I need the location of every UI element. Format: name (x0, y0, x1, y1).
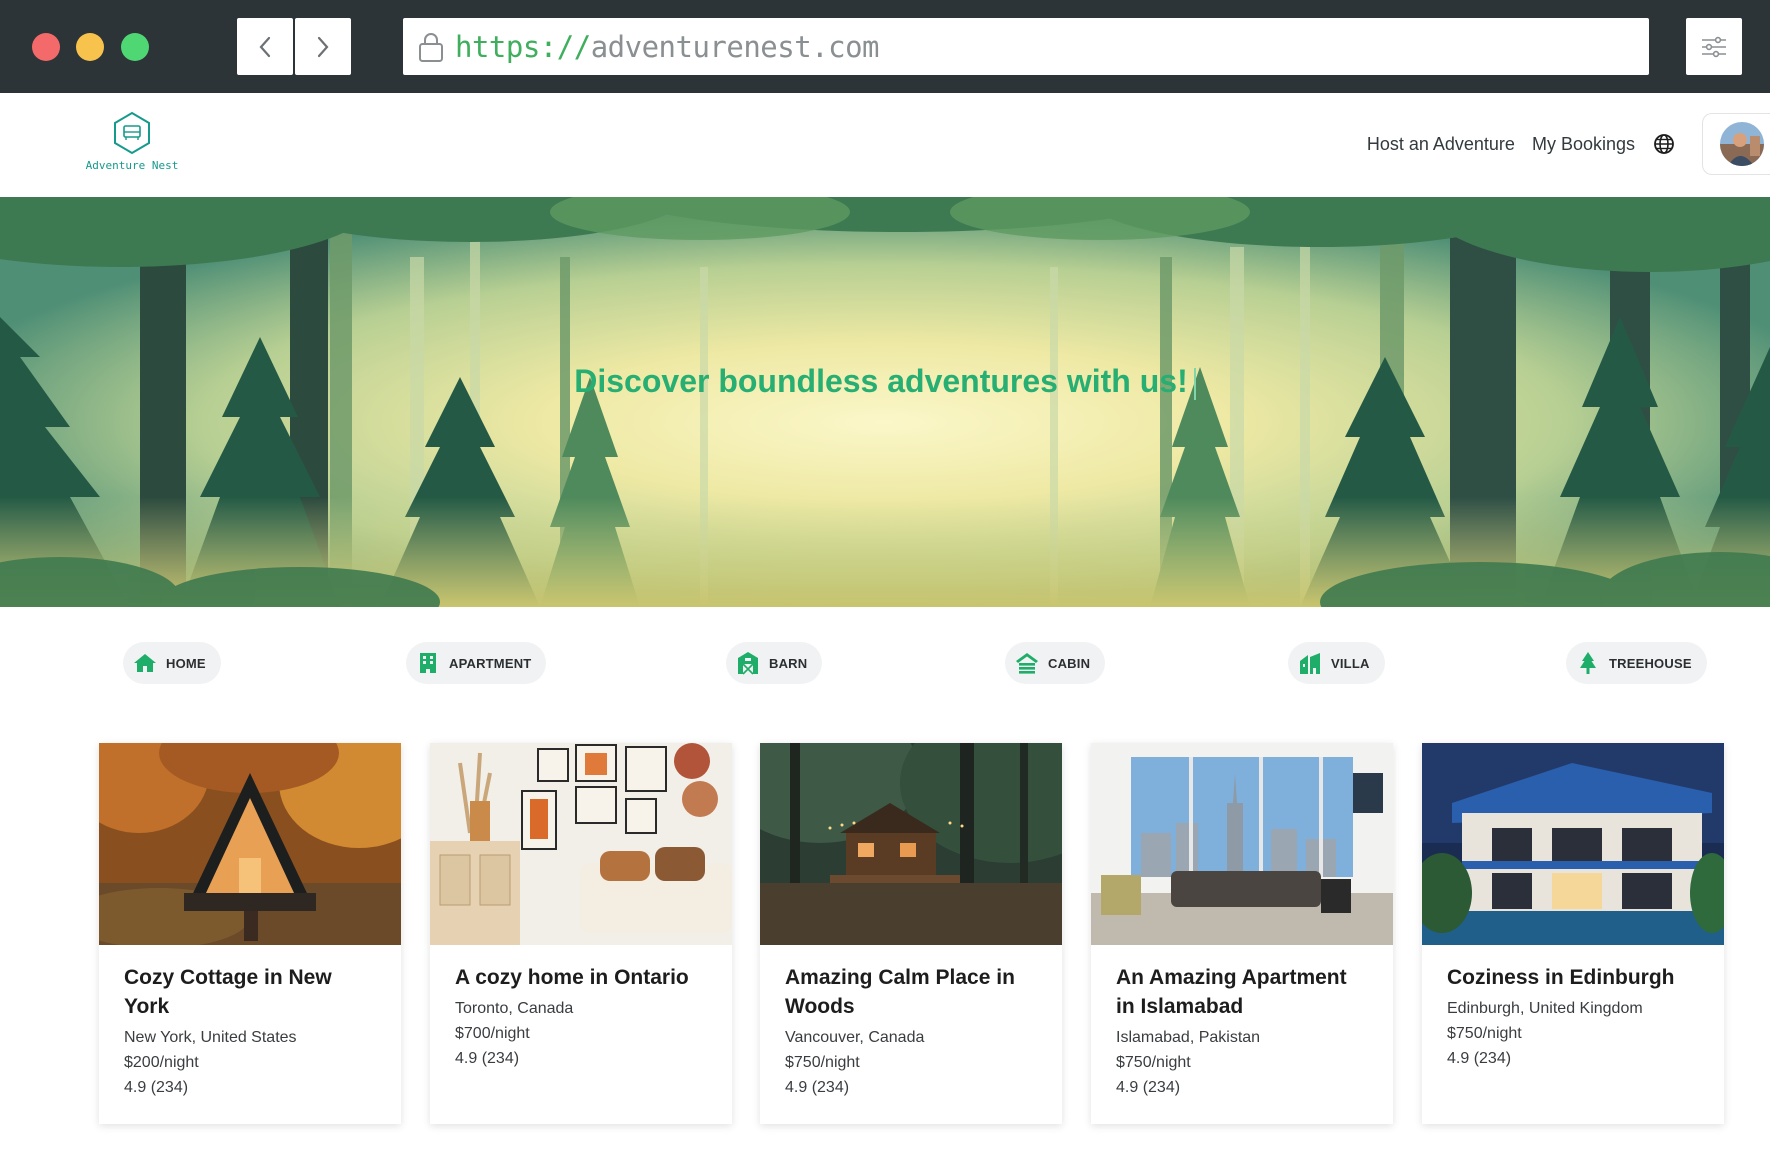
site-logo[interactable]: Adventure Nest (82, 111, 182, 172)
category-label: APARTMENT (449, 655, 532, 671)
category-cabin[interactable]: CABIN (1005, 642, 1106, 684)
listing-price: $750/night (785, 1054, 860, 1071)
villa-icon (1300, 653, 1320, 674)
category-label: TREEHOUSE (1609, 655, 1692, 671)
category-home[interactable]: HOME (123, 642, 221, 684)
category-treehouse[interactable]: TREEHOUSE (1566, 642, 1707, 684)
listing-photo (760, 743, 1062, 945)
sliders-icon (1702, 36, 1726, 57)
minimize-window-button[interactable] (76, 33, 104, 61)
maximize-window-button[interactable] (121, 33, 149, 61)
url-host: adventurenest.com (590, 29, 880, 64)
listing-location: Vancouver, Canada (785, 1029, 925, 1046)
address-bar[interactable]: https:// adventurenest.com (403, 18, 1649, 75)
host-adventure-link[interactable]: Host an Adventure (1367, 134, 1515, 155)
globe-icon[interactable] (1652, 132, 1676, 156)
top-navigation: Host an Adventure My Bookings (1367, 113, 1770, 175)
listing-card[interactable]: An Amazing Apartment in Islamabad Islama… (1091, 743, 1393, 1124)
listing-rating: 4.9 (234) (1447, 1050, 1512, 1067)
listing-title: An Amazing Apartment in Islamabad (1116, 966, 1347, 1018)
browser-chrome: https:// adventurenest.com (0, 0, 1770, 93)
listing-photo (430, 743, 732, 945)
listing-photo (1422, 743, 1724, 945)
category-barn[interactable]: BARN (726, 642, 823, 684)
category-label: HOME (166, 655, 206, 671)
listing-price: $200/night (124, 1054, 199, 1071)
back-button[interactable] (237, 18, 293, 75)
url-scheme: https:// (455, 29, 591, 64)
category-label: CABIN (1048, 655, 1091, 671)
listing-title: Amazing Calm Place in Woods (785, 966, 1015, 1018)
listing-title: A cozy home in Ontario (455, 966, 689, 989)
listing-title: Coziness in Edinburgh (1447, 966, 1675, 989)
listing-photo (99, 743, 401, 945)
tree-icon (1580, 652, 1596, 674)
category-villa[interactable]: VILLA (1288, 642, 1385, 684)
listing-location: Islamabad, Pakistan (1116, 1029, 1261, 1046)
listing-rating: 4.9 (234) (124, 1079, 189, 1096)
text-caret (1193, 367, 1196, 400)
logo-hexagon-icon (114, 111, 150, 155)
listing-price: $700/night (455, 1025, 530, 1042)
listing-card[interactable]: Cozy Cottage in New York New York, Unite… (99, 743, 401, 1124)
home-icon (134, 654, 156, 672)
my-bookings-link[interactable]: My Bookings (1532, 134, 1635, 155)
listing-photo (1091, 743, 1393, 945)
cabin-icon (1016, 653, 1038, 674)
avatar (1720, 122, 1764, 166)
listing-card[interactable]: Amazing Calm Place in Woods Vancouver, C… (760, 743, 1062, 1124)
barn-icon (738, 652, 758, 675)
listing-price: $750/night (1447, 1025, 1522, 1042)
category-label: BARN (769, 655, 808, 671)
listing-rating: 4.9 (234) (1116, 1079, 1181, 1096)
chevron-right-icon (317, 36, 329, 57)
hero-banner: Discover boundless adventures with us! (0, 197, 1770, 607)
category-label: VILLA (1331, 655, 1370, 671)
category-apartment[interactable]: APARTMENT (406, 642, 547, 684)
logo-text: Adventure Nest (85, 159, 179, 172)
building-icon (420, 653, 436, 673)
forest-illustration (0, 197, 1770, 607)
listing-card[interactable]: A cozy home in Ontario Toronto, Canada $… (430, 743, 732, 1124)
listing-title: Cozy Cottage in New York (124, 966, 332, 1018)
chevron-left-icon (259, 36, 271, 57)
website: Adventure Nest Host an Adventure My Book… (0, 93, 1770, 1152)
user-menu-button[interactable] (1702, 113, 1770, 175)
hero-title: Discover boundless adventures with us! (0, 363, 1770, 400)
forward-button[interactable] (295, 18, 351, 75)
close-window-button[interactable] (32, 33, 60, 61)
listing-location: New York, United States (124, 1029, 297, 1046)
listing-rating: 4.9 (234) (785, 1079, 850, 1096)
browser-settings-button[interactable] (1686, 18, 1742, 75)
listing-location: Toronto, Canada (455, 1000, 574, 1017)
lock-icon (419, 32, 443, 62)
listing-price: $750/night (1116, 1054, 1191, 1071)
listing-card[interactable]: Coziness in Edinburgh Edinburgh, United … (1422, 743, 1724, 1124)
listing-rating: 4.9 (234) (455, 1050, 520, 1067)
listing-location: Edinburgh, United Kingdom (1447, 1000, 1643, 1017)
hero-title-text: Discover boundless adventures with us! (574, 363, 1188, 399)
